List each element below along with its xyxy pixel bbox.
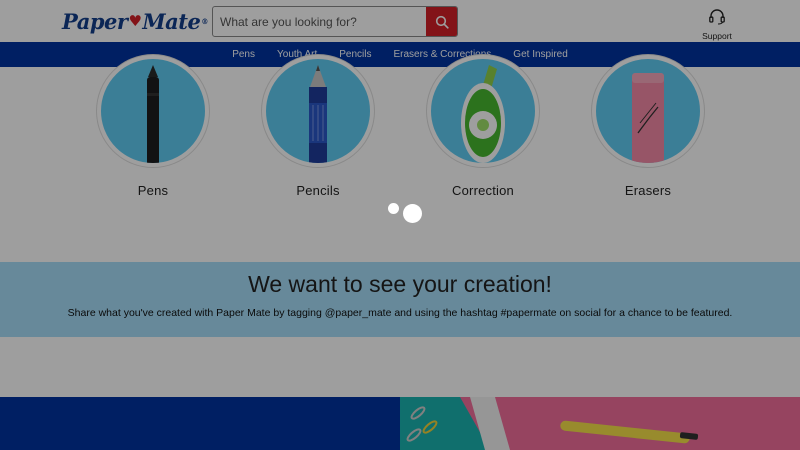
loading-overlay[interactable] bbox=[0, 0, 800, 450]
loading-spinner-icon bbox=[386, 201, 426, 225]
spinner-dot-large bbox=[403, 204, 422, 223]
spinner-dot-small bbox=[388, 203, 399, 214]
